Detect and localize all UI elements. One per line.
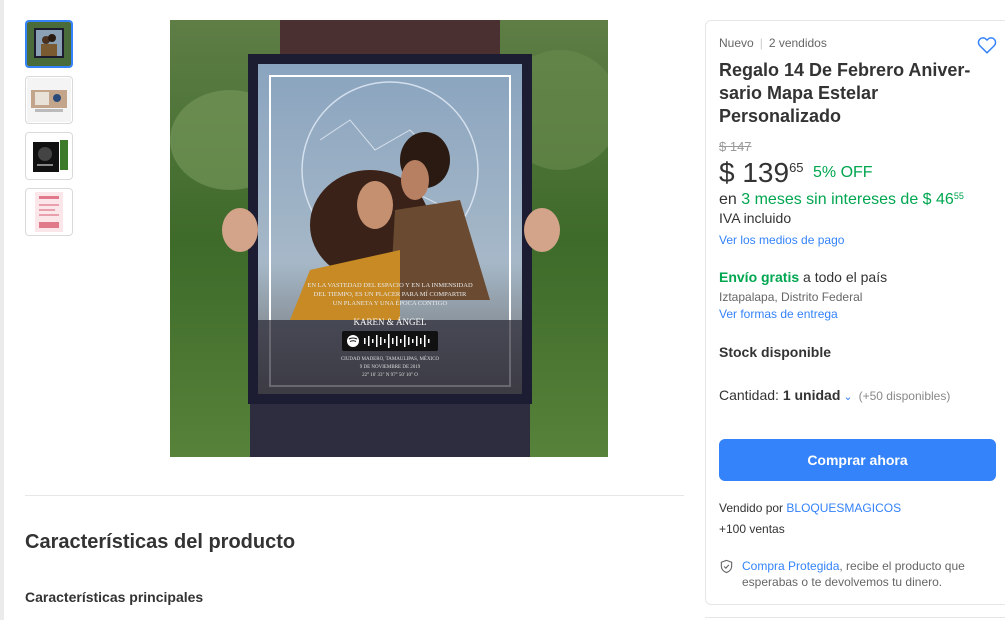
quantity-selector[interactable]: Cantidad: 1 unidad ⌄ (+50 disponibles) (719, 387, 950, 403)
seller-prefix: Vendido por (719, 501, 787, 515)
characteristics-title: Características del producto (25, 531, 296, 553)
shield-icon (720, 559, 733, 574)
price-cents: 65 (789, 160, 804, 175)
shipping-info: Envío gratis a todo el país (719, 269, 887, 285)
thumbnail-couple-image (27, 22, 71, 66)
free-shipping-label: Envío gratis (719, 269, 800, 285)
payment-methods-link[interactable]: Ver los medios de pago (719, 233, 844, 247)
names-text: KAREN & ÁNGEL (354, 317, 427, 327)
buy-now-button[interactable]: Comprar ahora (719, 439, 996, 481)
installments-info: en 3 meses sin intereses de $ 4655 (719, 191, 964, 209)
quantity-value: 1 unidad (782, 387, 841, 403)
current-price: $ 13965 (719, 157, 804, 189)
svg-text:DEL TIEMPO, ES UN PLACER PARA: DEL TIEMPO, ES UN PLACER PARA MÍ COMPART… (314, 290, 467, 298)
price-integer: 139 (742, 157, 790, 188)
protected-purchase-link[interactable]: Compra Protegida (742, 559, 839, 573)
characteristics-subtitle: Características principales (25, 589, 204, 605)
svg-text:CIUDAD MADERO, TAMAULIPAS, MÉX: CIUDAD MADERO, TAMAULIPAS, MÉXICO (341, 356, 440, 362)
chevron-down-icon: ⌄ (843, 391, 853, 403)
stock-status: Stock disponible (719, 344, 832, 360)
panel-bottom-divider (705, 617, 1005, 618)
thumbnail-2[interactable] (25, 76, 73, 124)
purchase-panel: Nuevo | 2 vendidos Regalo 14 De Febrero An… (705, 20, 1005, 605)
installments-cents: 55 (953, 191, 964, 201)
condition-label: Nuevo (719, 36, 754, 50)
heart-icon[interactable] (976, 34, 998, 56)
thumbnail-plaque-image (27, 78, 71, 122)
discount-label: 5% OFF (813, 164, 873, 181)
quantity-available: (+50 disponibles) (858, 389, 951, 403)
seller-link[interactable]: BLOQUESMAGICOS (786, 501, 901, 515)
price-currency: $ (719, 157, 735, 188)
thumbnail-gallery (25, 20, 73, 244)
sold-count: 2 vendidos (768, 36, 827, 50)
svg-text:22° 16' 33" N 97° 50' 10" O: 22° 16' 33" N 97° 50' 10" O (362, 373, 418, 378)
delivery-options-link[interactable]: Ver formas de entrega (719, 307, 838, 321)
installments-text: 3 meses sin intereses de $ 46 (741, 191, 954, 208)
seller-sales: +100 ventas (719, 522, 785, 536)
original-price: $ 147 (719, 139, 752, 154)
iva-label: IVA incluido (719, 210, 792, 226)
shipping-location: Iztapalapa, Distrito Federal (719, 290, 863, 304)
installments-prefix: en (719, 191, 742, 208)
svg-text:EN LA VASTEDAD DEL ESPACIO Y E: EN LA VASTEDAD DEL ESPACIO Y EN LA INMEN… (307, 282, 473, 289)
shipping-scope: a todo el país (799, 269, 888, 285)
product-photo: EN LA VASTEDAD DEL ESPACIO Y EN LA INMEN… (170, 20, 608, 457)
item-meta: Nuevo | 2 vendidos (719, 36, 827, 50)
main-product-image[interactable]: EN LA VASTEDAD DEL ESPACIO Y EN LA INMEN… (170, 20, 608, 457)
svg-text:UN PLANETA Y UNA ÉPOCA CONTIGO: UN PLANETA Y UNA ÉPOCA CONTIGO (333, 299, 448, 307)
thumbnail-4[interactable] (25, 188, 73, 236)
svg-text:9 DE NOVIEMBRE DE 2019: 9 DE NOVIEMBRE DE 2019 (360, 365, 421, 370)
section-divider (25, 495, 684, 496)
thumbnail-3[interactable] (25, 132, 73, 180)
thumbnail-pink-card-image (27, 190, 71, 234)
thumbnail-black-frame-image (27, 134, 71, 178)
seller-info: Vendido por BLOQUESMAGICOS (719, 501, 901, 515)
purchase-protection: Compra Protegida, recibe el producto que… (742, 558, 982, 590)
product-title: Regalo 14 De Febrero Aniver-sario Mapa E… (719, 60, 971, 126)
thumbnail-1[interactable] (25, 20, 73, 68)
meta-separator: | (759, 36, 763, 50)
left-edge-strip (0, 0, 4, 620)
quantity-label: Cantidad: (719, 387, 783, 403)
